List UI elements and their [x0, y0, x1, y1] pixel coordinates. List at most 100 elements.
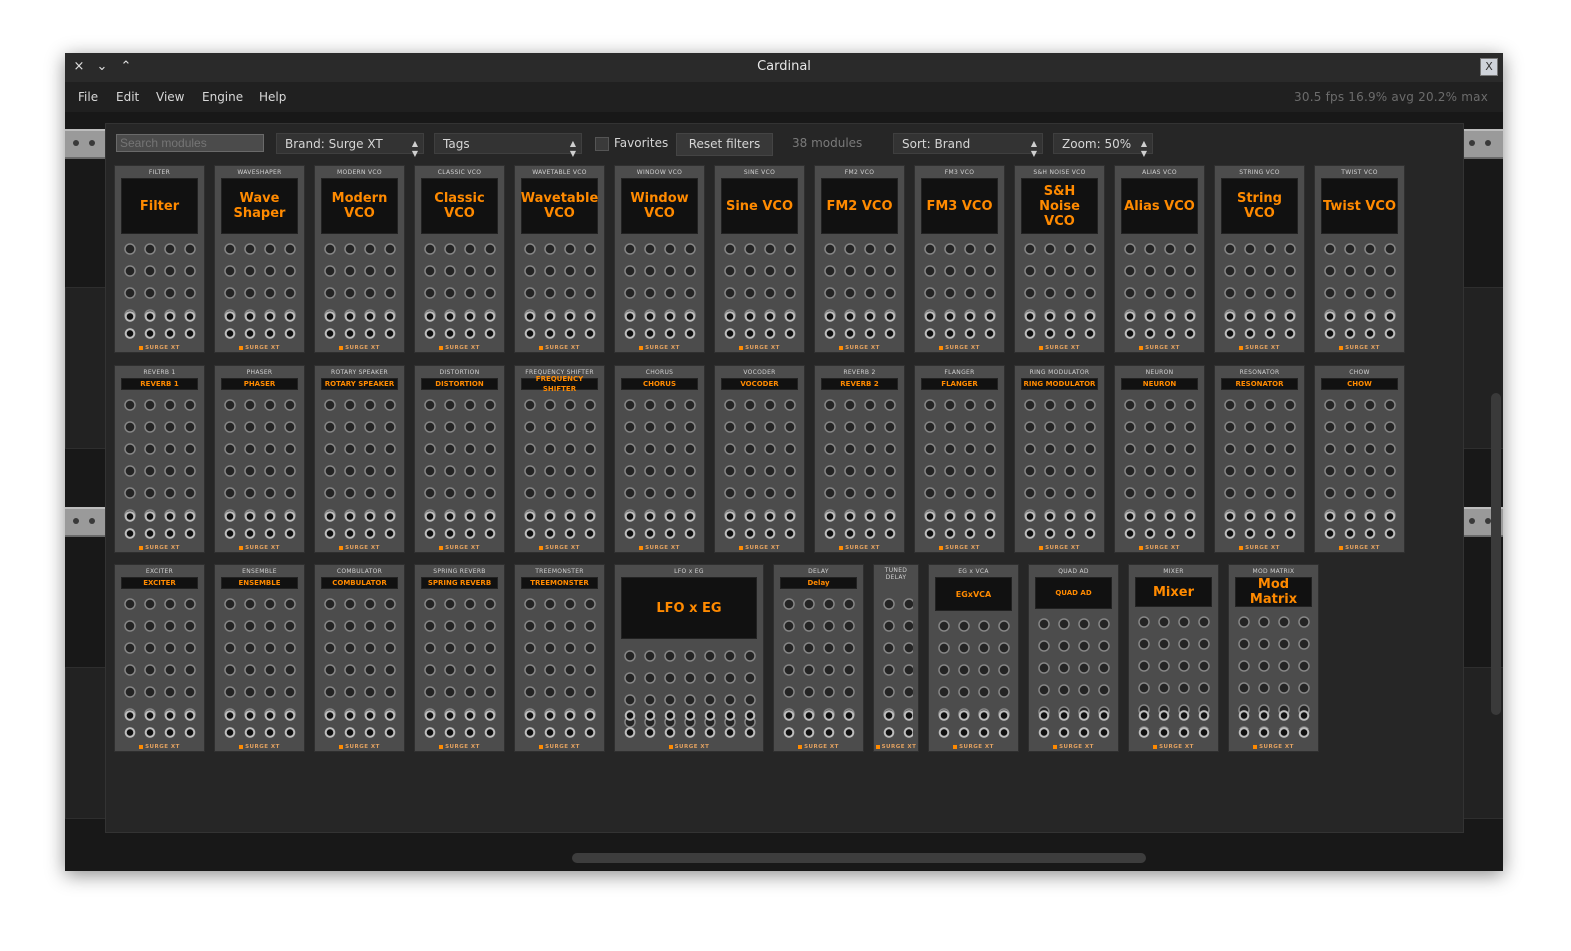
module-card[interactable]: CHOW CHOW SURGE XT [1314, 365, 1405, 553]
module-name: REVERB 2 [843, 369, 876, 376]
module-card[interactable]: EG x VCA EGxVCA SURGE XT [928, 564, 1019, 752]
module-card[interactable]: TREEMONSTER TREEMONSTER SURGE XT [514, 564, 605, 752]
module-card[interactable]: CHORUS CHORUS SURGE XT [614, 365, 705, 553]
brand-footer: SURGE XT [715, 345, 804, 351]
module-display: RING MODULATOR [1021, 378, 1098, 390]
reset-filters-button[interactable]: Reset filters [676, 133, 773, 156]
module-card[interactable]: FREQUENCY SHIFTER FREQUENCY SHIFTER SURGE … [514, 365, 605, 553]
module-display: Twist VCO [1321, 178, 1398, 234]
module-card[interactable]: MIXER Mixer SURGE XT [1128, 564, 1219, 752]
module-display: Mixer [1135, 577, 1212, 607]
module-card[interactable]: WINDOW VCO Window VCO SURGE XT [614, 165, 705, 353]
vertical-scrollbar[interactable] [1491, 393, 1501, 715]
module-card[interactable]: DISTORTION DISTORTION SURGE XT [414, 365, 505, 553]
module-name: DISTORTION [439, 369, 480, 376]
jack-panel [120, 508, 199, 542]
module-name: MIXER [1163, 568, 1184, 575]
jack-panel [120, 707, 199, 741]
module-card[interactable]: MOD MATRIX Mod Matrix SURGE XT [1228, 564, 1319, 752]
module-name: RESONATOR [1239, 369, 1280, 376]
module-name: EG x VCA [958, 568, 989, 575]
jack-panel [820, 508, 899, 542]
module-card[interactable]: VOCODER VOCODER SURGE XT [714, 365, 805, 553]
brand-footer: SURGE XT [1015, 345, 1104, 351]
module-card[interactable]: RESONATOR RESONATOR SURGE XT [1214, 365, 1305, 553]
module-card[interactable]: ENSEMBLE ENSEMBLE SURGE XT [214, 564, 305, 752]
jack-panel [420, 308, 499, 342]
jack-panel [220, 508, 299, 542]
module-name: DELAY [808, 568, 829, 575]
module-card[interactable]: PHASER PHASER SURGE XT [214, 365, 305, 553]
rack-area[interactable]: Brand: Surge XT ▲▼ Tags ▲▼ Favorites Res… [65, 112, 1503, 871]
menu-file[interactable]: File [78, 90, 98, 104]
module-card[interactable]: COMBULATOR COMBULATOR SURGE XT [314, 564, 405, 752]
brand-footer: SURGE XT [1129, 744, 1218, 750]
module-display: SPRING REVERB [421, 577, 498, 589]
module-card[interactable]: S&H NOISE VCO S&H Noise VCO SURGE XT [1014, 165, 1105, 353]
module-card[interactable]: FM2 VCO FM2 VCO SURGE XT [814, 165, 905, 353]
module-display: Sine VCO [721, 178, 798, 234]
module-card[interactable]: STRING VCO String VCO SURGE XT [1214, 165, 1305, 353]
module-card[interactable]: ROTARY SPEAKER ROTARY SPEAKER SURGE XT [314, 365, 405, 553]
tags-select[interactable]: Tags ▲ ▼ [434, 133, 582, 158]
brand-footer: SURGE XT [615, 345, 704, 351]
search-input[interactable] [116, 134, 264, 152]
brand-select[interactable]: Brand: Surge XT ▲ ▼ [276, 133, 424, 158]
module-name: CHORUS [645, 369, 674, 376]
menu-help[interactable]: Help [259, 90, 286, 104]
module-display: DISTORTION [421, 378, 498, 390]
module-name: RING MODULATOR [1029, 369, 1090, 376]
module-name: PHASER [246, 369, 273, 376]
module-name: S&H NOISE VCO [1033, 169, 1086, 176]
brand-footer: SURGE XT [1029, 744, 1118, 750]
tags-select-label: Tags [443, 137, 470, 151]
jack-panel [1220, 308, 1299, 342]
module-card[interactable]: REVERB 2 REVERB 2 SURGE XT [814, 365, 905, 553]
module-card[interactable]: FLANGER FLANGER SURGE XT [914, 365, 1005, 553]
module-card[interactable]: LFO x EG LFO x EG SURGE XT [614, 564, 764, 752]
module-card[interactable]: NEURON NEURON SURGE XT [1114, 365, 1205, 553]
module-display: EXCITER [121, 577, 198, 589]
module-card[interactable]: REVERB 1 REVERB 1 SURGE XT [114, 365, 205, 553]
module-name: WAVETABLE VCO [532, 169, 587, 176]
jack-panel [920, 308, 999, 342]
module-name: REVERB 1 [143, 369, 176, 376]
horizontal-scrollbar[interactable] [572, 853, 1146, 863]
menu-engine[interactable]: Engine [202, 90, 243, 104]
module-display: FLANGER [921, 378, 998, 390]
module-card[interactable]: ALIAS VCO Alias VCO SURGE XT [1114, 165, 1205, 353]
sort-select[interactable]: Sort: Brand ▲ ▼ [893, 133, 1043, 158]
module-card[interactable]: DELAY Delay SURGE XT [773, 564, 864, 752]
module-card[interactable]: TUNED DELAY SURGE XT [873, 564, 919, 752]
favorites-label[interactable]: Favorites [614, 136, 668, 150]
brand-footer: SURGE XT [515, 744, 604, 750]
module-card[interactable]: TWIST VCO Twist VCO SURGE XT [1314, 165, 1405, 353]
menu-view[interactable]: View [156, 90, 184, 104]
jack-panel [1120, 308, 1199, 342]
module-card[interactable]: FM3 VCO FM3 VCO SURGE XT [914, 165, 1005, 353]
module-card[interactable]: SPRING REVERB SPRING REVERB SURGE XT [414, 564, 505, 752]
zoom-select[interactable]: Zoom: 50% ▲ ▼ [1053, 133, 1153, 158]
rack-module-left [65, 287, 107, 449]
brand-footer: SURGE XT [1315, 345, 1404, 351]
module-card[interactable]: WAVETABLE VCO Wavetable VCO SURGE XT [514, 165, 605, 353]
module-card[interactable]: CLASSIC VCO Classic VCO SURGE XT [414, 165, 505, 353]
module-name: COMBULATOR [336, 568, 383, 575]
module-card[interactable]: SINE VCO Sine VCO SURGE XT [714, 165, 805, 353]
module-card[interactable]: EXCITER EXCITER SURGE XT [114, 564, 205, 752]
module-display: String VCO [1221, 178, 1298, 234]
module-display: Wavetable VCO [521, 178, 598, 234]
module-card[interactable]: FILTER Filter SURGE XT [114, 165, 205, 353]
module-card[interactable]: WAVESHAPER Wave Shaper SURGE XT [214, 165, 305, 353]
favorites-checkbox[interactable] [595, 137, 609, 151]
brand-footer: SURGE XT [515, 345, 604, 351]
module-name: MOD MATRIX [1252, 568, 1295, 575]
module-card[interactable]: QUAD AD QUAD AD SURGE XT [1028, 564, 1119, 752]
menu-edit[interactable]: Edit [116, 90, 139, 104]
jack-panel [920, 508, 999, 542]
module-name: QUAD AD [1058, 568, 1089, 575]
module-card[interactable]: RING MODULATOR RING MODULATOR SURGE XT [1014, 365, 1105, 553]
module-card[interactable]: MODERN VCO Modern VCO SURGE XT [314, 165, 405, 353]
module-name: FM2 VCO [844, 169, 875, 176]
module-display: FREQUENCY SHIFTER [521, 375, 598, 393]
